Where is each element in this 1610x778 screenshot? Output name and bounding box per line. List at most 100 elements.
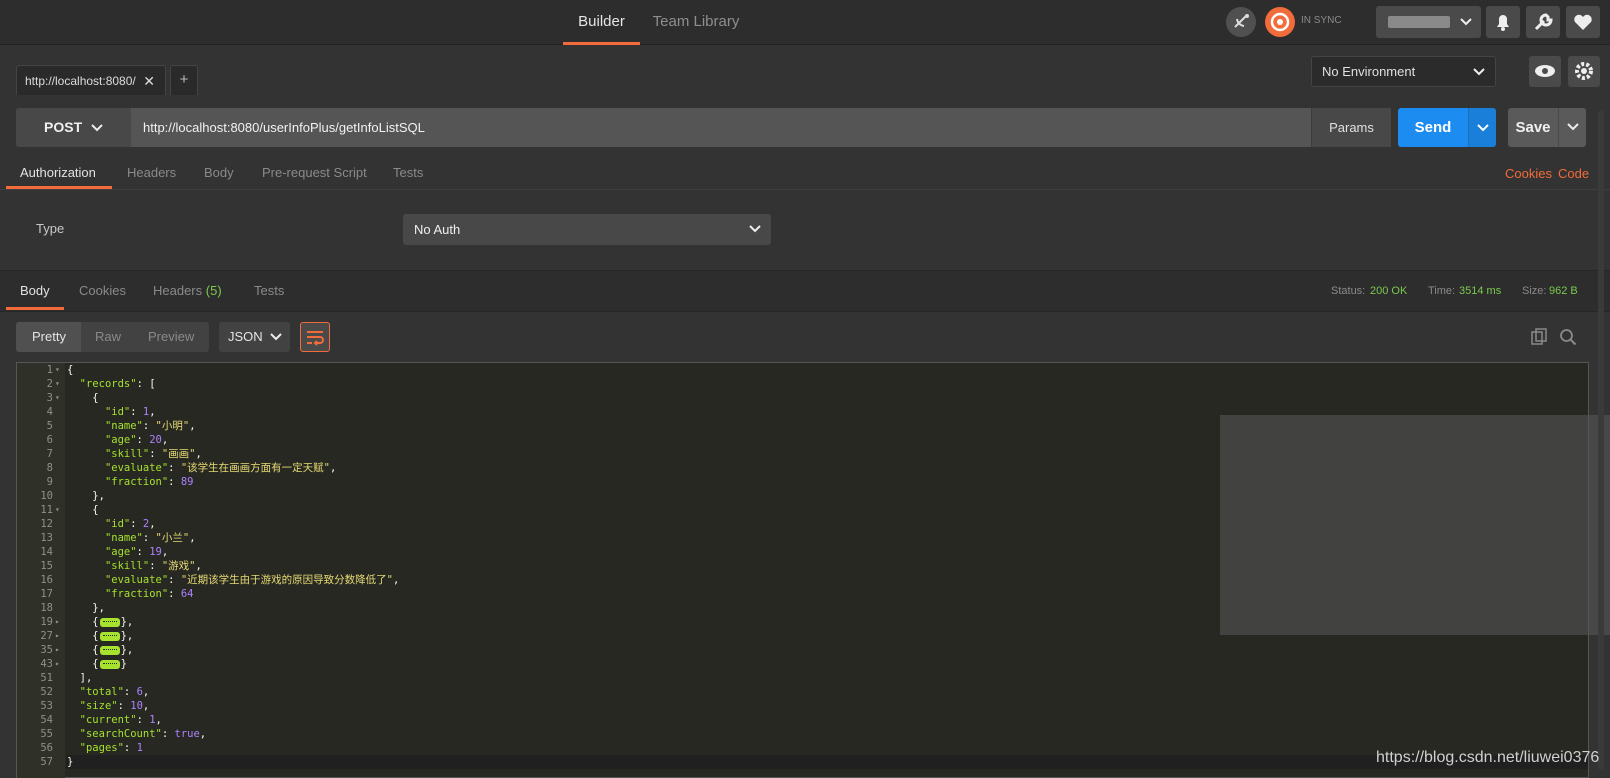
code-line: },: [67, 602, 105, 614]
format-raw[interactable]: Raw: [95, 322, 121, 352]
collapsed-block-icon[interactable]: [99, 659, 120, 669]
eye-icon[interactable]: [1529, 56, 1561, 87]
json-key: "skill": [104, 448, 150, 460]
line-number: 54: [40, 714, 53, 726]
code-line: "fraction": 89: [104, 476, 194, 488]
code-line: "size": 10,: [79, 700, 150, 712]
line-number: 55: [40, 728, 53, 740]
json-value: 1: [142, 406, 150, 418]
tab-tests[interactable]: Tests: [393, 158, 423, 188]
heart-icon[interactable]: [1566, 6, 1600, 38]
chevron-down-icon: [91, 124, 103, 132]
params-button[interactable]: Params: [1311, 108, 1391, 147]
fold-toggle-icon[interactable]: ▸: [55, 643, 60, 657]
code-line: "id": 1,: [104, 406, 156, 418]
line-number: 13: [40, 532, 53, 544]
url-input[interactable]: [131, 108, 1311, 147]
save-button[interactable]: Save: [1508, 108, 1558, 147]
tab-team-library[interactable]: Team Library: [648, 0, 744, 45]
tab-body[interactable]: Body: [204, 158, 234, 188]
tab-headers[interactable]: Headers: [127, 158, 176, 188]
cookies-link[interactable]: Cookies: [1505, 166, 1552, 181]
response-tab-tests[interactable]: Tests: [254, 283, 284, 298]
fold-toggle-icon[interactable]: ▾: [55, 363, 60, 377]
code-line: "records": [: [79, 378, 156, 390]
send-dropdown-button[interactable]: [1468, 108, 1496, 147]
collapsed-block-icon[interactable]: [99, 631, 120, 641]
chevron-down-icon: [1477, 124, 1489, 132]
satellite-icon[interactable]: [1226, 7, 1256, 37]
json-value: "小明": [155, 420, 190, 432]
user-menu[interactable]: [1376, 6, 1481, 38]
auth-type-select[interactable]: No Auth: [403, 214, 771, 245]
line-number: 56: [40, 742, 53, 754]
fold-toggle-icon[interactable]: ▾: [55, 503, 60, 517]
chevron-down-icon: [1473, 68, 1485, 76]
code-line: },: [67, 490, 105, 502]
tab-pre-request-script[interactable]: Pre-request Script: [262, 158, 367, 188]
line-number: 16: [40, 574, 53, 586]
response-tab-cookies[interactable]: Cookies: [79, 283, 126, 298]
json-key: "records": [79, 378, 137, 390]
tab-builder[interactable]: Builder: [563, 0, 640, 45]
code-line: "evaluate": "近期该学生由于游戏的原因导致分数降低了",: [104, 574, 400, 586]
response-tab-headers[interactable]: Headers (5): [153, 283, 222, 298]
environment-select[interactable]: No Environment: [1311, 56, 1496, 87]
chevron-down-icon: [749, 225, 761, 233]
fold-toggle-icon[interactable]: ▾: [55, 377, 60, 391]
wrench-icon[interactable]: [1526, 6, 1560, 38]
code-line: {: [67, 392, 99, 404]
save-dropdown-button[interactable]: [1558, 108, 1586, 147]
line-number: 1: [46, 364, 53, 376]
collapsed-block-icon[interactable]: [99, 645, 120, 655]
json-value: "近期该学生由于游戏的原因导致分数降低了": [180, 574, 393, 586]
copy-icon[interactable]: [1530, 328, 1548, 346]
format-preview[interactable]: Preview: [148, 322, 194, 352]
gear-icon[interactable]: [1568, 56, 1600, 87]
sync-icon[interactable]: [1265, 7, 1295, 37]
add-tab-button[interactable]: +: [170, 65, 198, 95]
code-line: {},: [67, 630, 134, 642]
collapsed-block-icon[interactable]: [99, 617, 120, 627]
line-number: 12: [40, 518, 53, 530]
sync-status: IN SYNC: [1301, 15, 1342, 26]
code-line: "skill": "画画",: [104, 448, 202, 460]
line-number: 52: [40, 686, 53, 698]
wrap-lines-icon[interactable]: [300, 322, 330, 352]
code-line: "id": 2,: [104, 518, 156, 530]
format-pretty[interactable]: Pretty: [32, 322, 66, 352]
json-value: 6: [136, 686, 143, 698]
close-icon[interactable]: ✕: [143, 66, 155, 96]
format-select[interactable]: JSON: [219, 322, 290, 352]
code-line: "evaluate": "该学生在画画方面有一定天赋",: [104, 462, 337, 474]
line-number: 5: [46, 420, 53, 432]
code-line: ],: [67, 672, 93, 684]
code-line: "age": 19,: [104, 546, 169, 558]
tab-authorization[interactable]: Authorization: [20, 158, 96, 188]
scrollbar[interactable]: [1598, 110, 1604, 770]
fold-toggle-icon[interactable]: ▾: [55, 391, 60, 405]
active-line-highlight: [66, 755, 1588, 769]
fold-toggle-icon[interactable]: ▸: [55, 629, 60, 643]
send-button[interactable]: Send: [1398, 108, 1468, 147]
json-key: "pages": [79, 742, 124, 754]
fold-toggle-icon[interactable]: ▸: [55, 615, 60, 629]
response-tab-body[interactable]: Body: [20, 283, 50, 298]
top-bar: [0, 0, 1610, 45]
json-value: 1: [136, 742, 143, 754]
json-key: "id": [104, 406, 131, 418]
fold-toggle-icon[interactable]: ▸: [55, 657, 60, 671]
method-value: POST: [44, 119, 83, 135]
code-line: "searchCount": true,: [79, 728, 207, 740]
line-number: 2: [46, 378, 53, 390]
json-value: "画画": [161, 448, 196, 460]
auth-type-label: Type: [36, 221, 65, 236]
request-tab[interactable]: http://localhost:8080/ ✕: [16, 65, 166, 95]
code-link[interactable]: Code: [1558, 166, 1589, 181]
search-icon[interactable]: [1559, 328, 1577, 346]
json-value: 10: [130, 700, 143, 712]
chevron-down-icon: [1460, 18, 1472, 26]
response-header: [0, 270, 1610, 312]
method-select[interactable]: POST: [16, 108, 131, 147]
bell-icon[interactable]: [1486, 6, 1520, 38]
